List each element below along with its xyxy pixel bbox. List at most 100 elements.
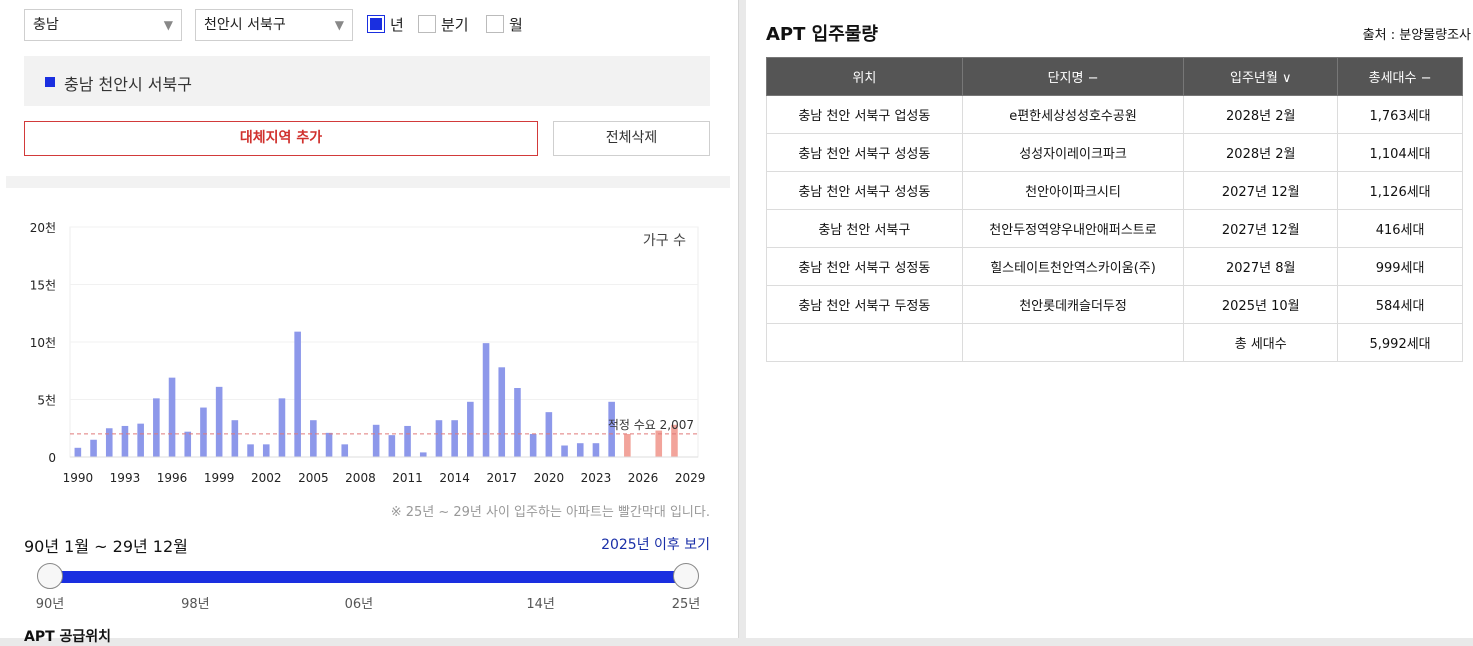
- y-tick-label: 5천: [37, 393, 56, 408]
- province-select[interactable]: 충남 ▼: [24, 9, 182, 41]
- bar-2025: [624, 434, 631, 457]
- y-tick-label: 10천: [30, 335, 56, 350]
- bar-2002: [262, 444, 270, 457]
- bar-1992: [105, 428, 113, 457]
- cell-move-in-date: 2027년 8월: [1183, 247, 1339, 286]
- cell-location: [766, 323, 963, 362]
- bar-1999: [215, 386, 223, 457]
- bar-2000: [231, 420, 239, 457]
- cell-move-in-date: 2027년 12월: [1183, 171, 1339, 210]
- header-total-units[interactable]: 총세대수 −: [1337, 57, 1463, 96]
- bar-1995: [153, 398, 160, 457]
- delete-all-button[interactable]: 전체삭제: [553, 121, 710, 156]
- table-header-row: 위치 단지명 − 입주년월 ∨ 총세대수 −: [766, 57, 1463, 96]
- bar-2017: [498, 367, 506, 457]
- cell-complex-name: 천안두정역양우내안애퍼스트로: [961, 209, 1185, 248]
- add-region-button[interactable]: 대체지역 추가: [24, 121, 538, 156]
- city-select-value: 천안시 서북구: [204, 17, 286, 33]
- selected-region-chip: 충남 천안시 서북구: [24, 56, 710, 106]
- bar-2027: [655, 430, 663, 457]
- bar-2013: [435, 420, 443, 457]
- x-tick-label: 1999: [204, 471, 235, 485]
- checkbox-month[interactable]: [486, 15, 504, 33]
- bar-2001: [247, 444, 254, 457]
- table-row[interactable]: 충남 천안 서북구 업성동 e편한세상성성호수공원 2028년 2월 1,763세대: [766, 95, 1463, 134]
- bar-1997: [184, 431, 192, 457]
- bar-2009: [372, 424, 380, 457]
- slider-label: 90년: [35, 597, 65, 612]
- y-tick-label: 20천: [30, 220, 56, 235]
- cell-location: 충남 천안 서북구: [766, 209, 963, 248]
- bar-2016: [482, 343, 490, 457]
- checkbox-quarter[interactable]: [418, 15, 436, 33]
- city-select[interactable]: 천안시 서북구 ▼: [195, 9, 353, 41]
- table-row[interactable]: 충남 천안 서북구 성성동 천안아이파크시티 2027년 12월 1,126세대: [766, 171, 1463, 210]
- x-tick-label: 2008: [345, 471, 376, 485]
- x-tick-label: 2005: [298, 471, 329, 485]
- bar-1990: [74, 447, 82, 457]
- bar-2010: [388, 435, 396, 457]
- cell-location: 충남 천안 서북구 성정동: [766, 247, 963, 286]
- bar-2021: [561, 445, 568, 457]
- reference-line-label: 적정 수요 2,007: [608, 418, 694, 432]
- table-row[interactable]: 충남 천안 서북구 성성동 성성자이레이크파크 2028년 2월 1,104세대: [766, 133, 1463, 172]
- table-row[interactable]: 충남 천안 서북구 성정동 힐스테이트천안역스카이움(주) 2027년 8월 999세…: [766, 247, 1463, 286]
- x-tick-label: 2020: [534, 471, 565, 485]
- region-color-marker: [45, 77, 55, 87]
- cell-move-in-date: 2025년 10월: [1183, 285, 1339, 324]
- slider-label: 06년: [344, 597, 374, 612]
- period-label: 90년 1월 ~ 29년 12월: [24, 537, 188, 556]
- slider-label: 98년: [181, 597, 210, 612]
- table-row[interactable]: 충남 천안 서북구 두정동 천안롯데캐슬더두정 2025년 10월 584세대: [766, 285, 1463, 324]
- x-tick-label: 1990: [63, 471, 94, 485]
- left-panel: 충남 ▼ 천안시 서북구 ▼ 년 분기 월 충남 천안시 서북구 대체지역 추가…: [0, 0, 739, 645]
- cell-move-in-date: 2027년 12월: [1183, 209, 1339, 248]
- after-2025-link[interactable]: 2025년 이후 보기: [601, 534, 710, 554]
- table-total-row[interactable]: 총 세대수 5,992세대: [766, 323, 1463, 362]
- bar-2004: [294, 331, 301, 457]
- selected-region-label: 충남 천안시 서북구: [64, 75, 192, 94]
- x-tick-label: 2017: [486, 471, 517, 485]
- header-complex-name[interactable]: 단지명 −: [961, 57, 1185, 96]
- slider-label: 14년: [526, 597, 555, 612]
- x-tick-label: 2023: [581, 471, 612, 485]
- cell-complex-name: e편한세상성성호수공원: [961, 95, 1185, 134]
- slider-label: 25년: [671, 597, 701, 612]
- x-tick-label: 1996: [157, 471, 188, 485]
- cell-complex-name: [961, 323, 1185, 362]
- table-row[interactable]: 충남 천안 서북구 천안두정역양우내안애퍼스트로 2027년 12월 416세대: [766, 209, 1463, 248]
- bar-2003: [278, 398, 286, 457]
- bar-2005: [310, 420, 317, 457]
- chart-note: ※ 25년 ~ 29년 사이 입주하는 아파트는 빨간막대 입니다.: [390, 505, 710, 520]
- bar-2019: [529, 434, 537, 457]
- cell-location: 충남 천안 서북구 두정동: [766, 285, 963, 324]
- header-location[interactable]: 위치: [766, 57, 963, 96]
- cell-location: 충남 천안 서북구 성성동: [766, 171, 963, 210]
- cell-complex-name: 천안아이파크시티: [961, 171, 1185, 210]
- y-tick-label: 15천: [30, 278, 56, 293]
- bar-2015: [467, 401, 474, 457]
- x-tick-label: 2014: [439, 471, 470, 485]
- x-tick-label: 2002: [251, 471, 282, 485]
- section-divider: [6, 176, 730, 188]
- slider-handle-start[interactable]: [37, 563, 63, 589]
- cell-total-units: 1,763세대: [1337, 95, 1463, 134]
- period-slider-track[interactable]: [50, 571, 686, 583]
- chart-legend: 가구 수: [643, 233, 686, 249]
- cell-complex-name: 천안롯데캐슬더두정: [961, 285, 1185, 324]
- cell-total-units: 416세대: [1337, 209, 1463, 248]
- bar-2012: [419, 452, 427, 457]
- slider-handle-end[interactable]: [673, 563, 699, 589]
- cell-location: 충남 천안 서북구 성성동: [766, 133, 963, 172]
- cell-move-in-date: 2028년 2월: [1183, 133, 1339, 172]
- dropdown-arrow-icon: ▼: [334, 18, 344, 32]
- y-tick-label: 0: [48, 451, 56, 465]
- bar-1991: [90, 439, 97, 457]
- checkbox-year[interactable]: [367, 15, 385, 33]
- dropdown-arrow-icon: ▼: [163, 18, 173, 32]
- bar-2014: [451, 420, 458, 457]
- bar-2006: [325, 432, 333, 457]
- checkbox-quarter-label: 분기: [441, 16, 469, 34]
- bar-2022: [576, 443, 584, 457]
- header-move-in-date[interactable]: 입주년월 ∨: [1183, 57, 1339, 96]
